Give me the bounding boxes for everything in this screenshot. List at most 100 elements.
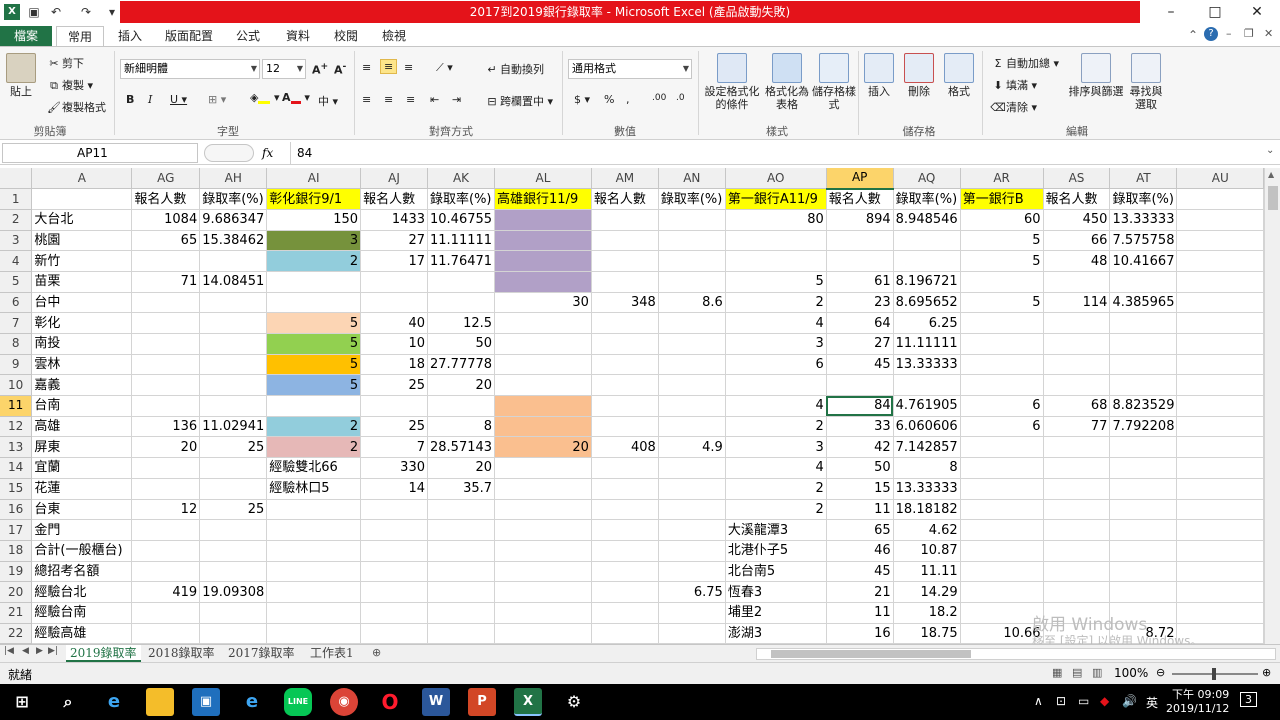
cell-ap2[interactable]: 894	[826, 209, 894, 231]
cell-ai1[interactable]: 彰化銀行9/1	[266, 188, 362, 210]
format-as-table-button[interactable]: 格式化為表格	[764, 53, 810, 111]
cell-aq9[interactable]: 13.33333	[893, 354, 961, 376]
sheet-nav-next-icon[interactable]: ▶	[36, 646, 43, 656]
cell-at11[interactable]: 8.823529	[1109, 395, 1178, 417]
cell-at20[interactable]	[1109, 581, 1178, 603]
cell-ar20[interactable]	[960, 581, 1044, 603]
cell-as15[interactable]	[1043, 478, 1111, 500]
cell-ai22[interactable]	[266, 623, 362, 644]
cell-ak21[interactable]	[427, 602, 496, 624]
edge-icon[interactable]: e	[100, 688, 128, 716]
cell-au11[interactable]	[1176, 395, 1264, 417]
cell-ag6[interactable]	[131, 292, 201, 314]
cell-as14[interactable]	[1043, 457, 1111, 479]
cell-al6[interactable]: 30	[494, 292, 592, 314]
cell-at14[interactable]	[1109, 457, 1178, 479]
cell-au10[interactable]	[1176, 374, 1264, 397]
cell-a15[interactable]: 花蓮	[31, 478, 133, 500]
cell-ai14[interactable]: 經驗雙北66	[266, 457, 362, 479]
cell-aq11[interactable]: 4.761905	[893, 395, 961, 417]
cell-at9[interactable]	[1109, 354, 1178, 376]
volume-icon[interactable]: 🔊	[1122, 694, 1137, 708]
cell-ai21[interactable]	[266, 602, 362, 624]
cell-ao5[interactable]: 5	[725, 271, 827, 293]
cell-ar8[interactable]	[960, 333, 1044, 355]
cell-ag7[interactable]	[131, 312, 201, 334]
cell-as13[interactable]	[1043, 436, 1111, 459]
tab-formulas[interactable]: 公式	[228, 26, 268, 46]
cell-ai4[interactable]: 2	[266, 250, 362, 272]
cell-ak3[interactable]: 11.11111	[427, 230, 496, 252]
cell-ah2[interactable]: 9.686347	[199, 209, 268, 231]
save-icon[interactable]: ▣	[26, 4, 42, 20]
cell-aj20[interactable]	[360, 581, 428, 603]
cell-au4[interactable]	[1176, 250, 1264, 272]
cell-aq7[interactable]: 6.25	[893, 312, 961, 334]
cell-ak22[interactable]	[427, 623, 496, 644]
cell-ap12[interactable]: 33	[826, 416, 894, 438]
cell-ak4[interactable]: 11.76471	[427, 250, 496, 272]
cell-ar10[interactable]	[960, 374, 1044, 397]
cell-au15[interactable]	[1176, 478, 1264, 500]
cell-ao11[interactable]: 4	[725, 395, 827, 417]
search-icon[interactable]: ⌕	[54, 688, 82, 716]
cell-an6[interactable]: 8.6	[658, 292, 726, 314]
excel-taskbar-icon[interactable]: X	[514, 688, 542, 716]
cell-ao21[interactable]: 埔里2	[725, 602, 827, 624]
formula-bar-splitter[interactable]	[204, 144, 254, 162]
cell-ah13[interactable]: 25	[199, 436, 268, 459]
column-header-a[interactable]: A	[31, 168, 133, 190]
cell-at1[interactable]: 錄取率(%)	[1109, 188, 1178, 210]
paste-button[interactable]: 貼上	[6, 53, 36, 98]
word-icon[interactable]: W	[422, 688, 450, 716]
increase-indent-icon[interactable]: ⇥	[452, 93, 461, 106]
cell-an9[interactable]	[658, 354, 726, 376]
column-header-at[interactable]: AT	[1109, 168, 1178, 190]
row-header-21[interactable]: 21	[0, 602, 33, 624]
fill-color-icon[interactable]: ◈ ▾	[250, 91, 280, 104]
zoom-slider-thumb[interactable]	[1212, 668, 1216, 680]
autosum-button[interactable]: Σ 自動加總 ▾	[990, 55, 1060, 72]
cell-ai12[interactable]: 2	[266, 416, 362, 438]
cell-am2[interactable]	[591, 209, 659, 231]
align-top-icon[interactable]: ≡	[362, 61, 371, 74]
cell-ap11[interactable]: 84	[826, 395, 894, 417]
formula-input[interactable]: 84	[290, 142, 1264, 164]
underline-icon[interactable]: U ▾	[170, 93, 187, 106]
cell-ak15[interactable]: 35.7	[427, 478, 496, 500]
merge-center-button[interactable]: ⊟ 跨欄置中 ▾	[484, 93, 553, 110]
cell-ap20[interactable]: 21	[826, 581, 894, 603]
column-header-ag[interactable]: AG	[131, 168, 201, 190]
cell-ar22[interactable]: 10.66	[960, 623, 1044, 644]
sheet-tab-2017[interactable]: 2017錄取率	[224, 645, 299, 662]
cell-ag8[interactable]	[131, 333, 201, 355]
cell-ar2[interactable]: 60	[960, 209, 1044, 231]
cell-ao8[interactable]: 3	[725, 333, 827, 355]
notification-center-icon[interactable]: 3	[1240, 692, 1257, 707]
cell-ai16[interactable]	[266, 499, 362, 521]
cell-ah7[interactable]	[199, 312, 268, 334]
ime-indicator[interactable]: 英	[1146, 694, 1158, 711]
column-header-ao[interactable]: AO	[725, 168, 827, 190]
chrome-icon[interactable]: ◉	[330, 688, 358, 716]
cell-ak17[interactable]	[427, 519, 496, 541]
cell-ag1[interactable]: 報名人數	[131, 188, 201, 210]
cell-ar3[interactable]: 5	[960, 230, 1044, 252]
cell-ag9[interactable]	[131, 354, 201, 376]
cell-aq21[interactable]: 18.2	[893, 602, 961, 624]
cell-an4[interactable]	[658, 250, 726, 272]
cell-am15[interactable]	[591, 478, 659, 500]
cell-aq14[interactable]: 8	[893, 457, 961, 479]
column-header-an[interactable]: AN	[658, 168, 726, 190]
orientation-icon[interactable]: ⟋ ▾	[436, 61, 453, 75]
cell-ao16[interactable]: 2	[725, 499, 827, 521]
cell-an21[interactable]	[658, 602, 726, 624]
cell-am20[interactable]	[591, 581, 659, 603]
column-header-am[interactable]: AM	[591, 168, 659, 190]
column-header-au[interactable]: AU	[1176, 168, 1264, 190]
cell-aq12[interactable]: 6.060606	[893, 416, 961, 438]
cell-ah22[interactable]	[199, 623, 268, 644]
column-header-ap[interactable]: AP	[826, 168, 894, 190]
cell-ai7[interactable]: 5	[266, 312, 362, 334]
row-header-19[interactable]: 19	[0, 561, 33, 583]
